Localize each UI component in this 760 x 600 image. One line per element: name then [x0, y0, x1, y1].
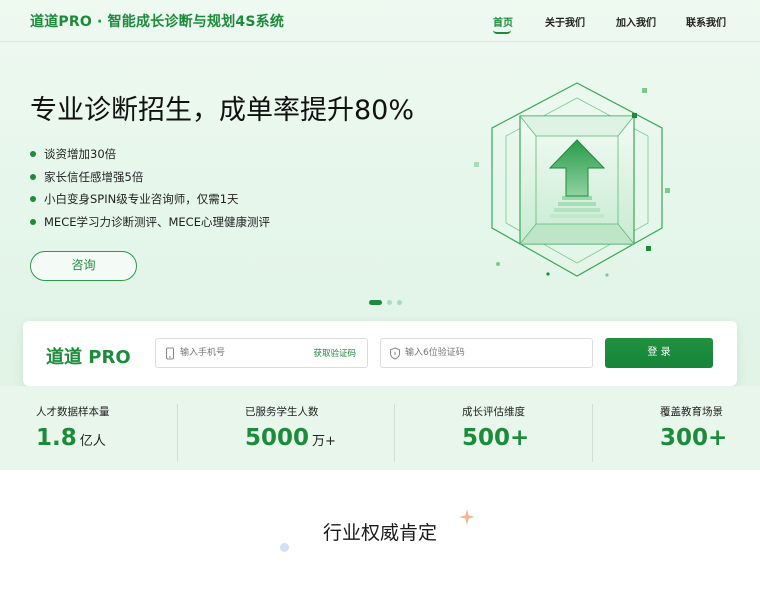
growth-arrow-illustration — [474, 82, 670, 277]
stat-label: 成长评估维度 — [462, 406, 525, 418]
consult-button[interactable]: 咨询 — [30, 251, 137, 281]
stat-number: 500+ — [462, 425, 530, 451]
top-header: 道道PRO · 智能成长诊断与规划4S系统 首页 关于我们 加入我们 联系我们 — [0, 0, 760, 42]
carousel-dot-1[interactable] — [369, 300, 382, 305]
stat-number: 1.8 — [36, 425, 77, 451]
stat-divider — [592, 404, 593, 462]
stat-students: 已服务学生人数 5000 万+ — [245, 404, 336, 451]
login-logo: 道道 PRO — [46, 347, 131, 368]
stat-scenes: 覆盖教育场景 300+ — [660, 404, 730, 451]
stat-label: 已服务学生人数 — [245, 406, 319, 418]
login-bar: 道道 PRO 获取验证码 登 录 — [23, 321, 737, 386]
section-title: 行业权威肯定 — [322, 522, 437, 544]
stat-number: 300+ — [660, 425, 728, 451]
phone-field: 获取验证码 — [155, 338, 368, 368]
carousel-dot-2[interactable] — [387, 300, 392, 305]
stat-dimensions: 成长评估维度 500+ — [462, 404, 532, 451]
login-button[interactable]: 登 录 — [605, 338, 713, 368]
bullet-item: 谈资增加30倍 — [30, 146, 270, 169]
get-code-button[interactable]: 获取验证码 — [313, 347, 356, 359]
carousel-dot-3[interactable] — [397, 300, 402, 305]
hero-title: 专业诊断招生，成单率提升80% — [30, 95, 415, 126]
nav-home[interactable]: 首页 — [493, 14, 513, 29]
stat-samples: 人才数据样本量 1.8 亿人 — [36, 404, 110, 451]
bullet-item: 家长信任感增强5倍 — [30, 169, 270, 192]
code-field — [380, 338, 593, 368]
nav-join[interactable]: 加入我们 — [616, 14, 656, 29]
main-nav: 首页 关于我们 加入我们 联系我们 — [0, 14, 760, 34]
stats-band: 人才数据样本量 1.8 亿人 已服务学生人数 5000 万+ 成长评估维度 500+… — [0, 386, 760, 470]
decor-circle — [280, 543, 289, 552]
phone-icon — [166, 347, 174, 360]
bullet-item: MECE学习力诊断测评、MECE心理健康测评 — [30, 214, 270, 237]
shield-icon — [390, 347, 400, 360]
stat-number: 5000 — [245, 425, 310, 451]
sparkle-icon — [459, 509, 475, 525]
stat-divider — [394, 404, 395, 462]
stat-label: 人才数据样本量 — [36, 406, 110, 418]
stat-unit: 亿人 — [79, 434, 106, 449]
nav-contact[interactable]: 联系我们 — [686, 14, 726, 29]
nav-active-indicator — [493, 30, 511, 34]
bullet-item: 小白变身SPIN级专业咨询师，仅需1天 — [30, 191, 270, 214]
hero-bullets: 谈资增加30倍 家长信任感增强5倍 小白变身SPIN级专业咨询师，仅需1天 ME… — [30, 146, 270, 236]
stat-divider — [177, 404, 178, 462]
code-input[interactable] — [405, 345, 575, 361]
stat-unit: 万+ — [312, 434, 336, 449]
phone-input[interactable] — [180, 345, 300, 361]
stat-label: 覆盖教育场景 — [660, 406, 723, 418]
nav-about[interactable]: 关于我们 — [545, 14, 585, 29]
